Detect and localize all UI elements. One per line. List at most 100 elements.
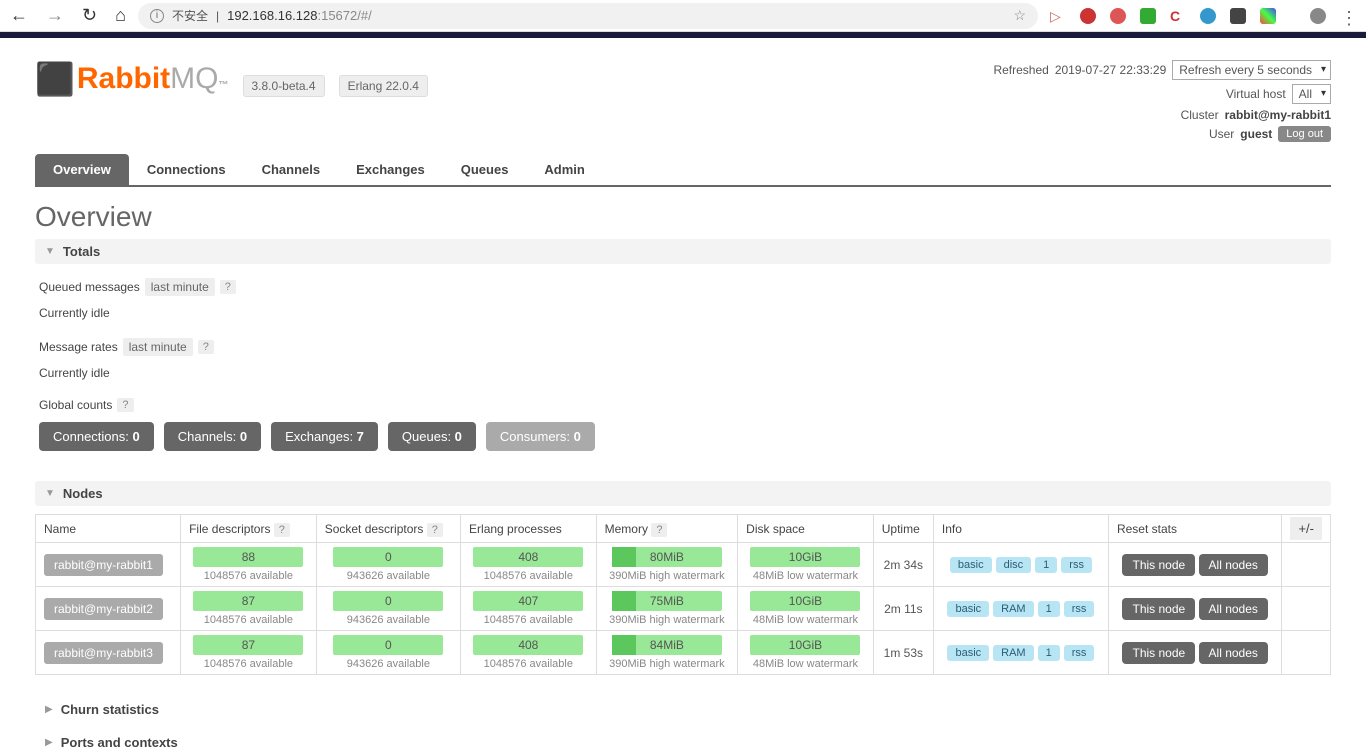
count-connections[interactable]: Connections: 0 <box>39 422 154 451</box>
chevron-down-icon: ▼ <box>45 488 55 499</box>
time-range-tag[interactable]: last minute <box>123 338 193 356</box>
count-queues[interactable]: Queues: 0 <box>388 422 476 451</box>
col-mem[interactable]: Memory ? <box>596 515 738 543</box>
help-icon[interactable]: ? <box>117 398 133 412</box>
ext-icon[interactable] <box>1110 8 1126 24</box>
tab-connections[interactable]: Connections <box>129 154 244 185</box>
info-tag[interactable]: 1 <box>1038 645 1060 661</box>
info-tag[interactable]: rss <box>1064 645 1095 661</box>
col-fd[interactable]: File descriptors ? <box>181 515 317 543</box>
info-tag[interactable]: RAM <box>993 601 1033 617</box>
extension-icons: ▷ C ⋮ <box>1050 8 1356 24</box>
count-consumers[interactable]: Consumers: 0 <box>486 422 595 451</box>
ext-icon[interactable] <box>1260 8 1276 24</box>
col-info[interactable]: Info <box>933 515 1108 543</box>
reset-button[interactable]: All nodes <box>1199 598 1268 620</box>
rabbitmq-logo[interactable]: ⬛ RabbitMQ™ <box>35 60 229 98</box>
logo-area: ⬛ RabbitMQ™ 3.8.0-beta.4 Erlang 22.0.4 <box>35 60 428 98</box>
reset-button[interactable]: This node <box>1122 598 1195 620</box>
churn-section-header[interactable]: ▶ Churn statistics <box>35 697 1331 722</box>
help-icon[interactable]: ? <box>651 523 667 537</box>
ext-icon[interactable] <box>1230 8 1246 24</box>
table-row: rabbit@my-rabbit3871048576 available0943… <box>36 631 1331 675</box>
forward-icon[interactable]: → <box>46 5 64 26</box>
tab-admin[interactable]: Admin <box>526 154 602 185</box>
info-tag[interactable]: basic <box>947 645 989 661</box>
col-ep[interactable]: Erlang processes <box>461 515 597 543</box>
col-uptime[interactable]: Uptime <box>873 515 933 543</box>
user-label: User <box>1209 127 1234 141</box>
refreshed-timestamp: 2019-07-27 22:33:29 <box>1055 63 1166 77</box>
reset-button[interactable]: All nodes <box>1199 642 1268 664</box>
cluster-value: rabbit@my-rabbit1 <box>1225 108 1331 122</box>
ext-icon[interactable]: C <box>1170 8 1186 24</box>
profile-icon[interactable] <box>1310 8 1326 24</box>
ext-icon[interactable]: ▷ <box>1050 8 1066 24</box>
info-tag[interactable]: disc <box>996 557 1032 573</box>
info-tag[interactable]: 1 <box>1035 557 1057 573</box>
col-name[interactable]: Name <box>36 515 181 543</box>
info-tag[interactable]: basic <box>947 601 989 617</box>
ext-icon[interactable] <box>1200 8 1216 24</box>
node-link[interactable]: rabbit@my-rabbit3 <box>44 642 163 664</box>
global-counts-label: Global counts <box>39 398 112 412</box>
totals-section-header[interactable]: ▼ Totals <box>35 239 1331 264</box>
tab-queues[interactable]: Queues <box>443 154 527 185</box>
user-value: guest <box>1240 127 1272 141</box>
url-bar[interactable]: i 不安全 | 192.168.16.128:15672/#/ ☆ <box>138 3 1038 29</box>
bookmark-icon[interactable]: ☆ <box>1013 7 1026 24</box>
ext-icon[interactable] <box>1080 8 1096 24</box>
menu-icon[interactable]: ⋮ <box>1340 8 1356 24</box>
info-tag[interactable]: rss <box>1064 601 1095 617</box>
help-icon[interactable]: ? <box>198 340 214 354</box>
table-row: rabbit@my-rabbit2871048576 available0943… <box>36 587 1331 631</box>
ports-section-header[interactable]: ▶ Ports and contexts <box>35 730 1331 755</box>
back-icon[interactable]: ← <box>10 5 28 26</box>
tab-exchanges[interactable]: Exchanges <box>338 154 443 185</box>
col-reset[interactable]: Reset stats <box>1108 515 1282 543</box>
home-icon[interactable]: ⌂ <box>115 5 126 26</box>
vhost-select[interactable]: All <box>1292 84 1331 104</box>
message-rates-label: Message rates <box>39 340 118 354</box>
chevron-right-icon: ▶ <box>45 704 53 715</box>
queued-messages-label: Queued messages <box>39 280 140 294</box>
help-icon[interactable]: ? <box>220 280 236 294</box>
reload-icon[interactable]: ↻ <box>82 5 97 26</box>
refresh-interval-select[interactable]: Refresh every 5 seconds <box>1172 60 1331 80</box>
erlang-version: Erlang 22.0.4 <box>339 75 428 97</box>
help-icon[interactable]: ? <box>427 523 443 537</box>
info-tag[interactable]: rss <box>1061 557 1092 573</box>
node-link[interactable]: rabbit@my-rabbit1 <box>44 554 163 576</box>
main-tabs: OverviewConnectionsChannelsExchangesQueu… <box>35 154 1331 187</box>
info-tag[interactable]: basic <box>950 557 992 573</box>
chevron-down-icon: ▼ <box>45 246 55 257</box>
columns-toggle[interactable]: +/- <box>1290 517 1322 540</box>
nodes-section-header[interactable]: ▼ Nodes <box>35 481 1331 506</box>
url-text: 192.168.16.128:15672/#/ <box>227 8 372 23</box>
col-sd[interactable]: Socket descriptors ? <box>316 515 460 543</box>
time-range-tag[interactable]: last minute <box>145 278 215 296</box>
info-tag[interactable]: 1 <box>1038 601 1060 617</box>
node-link[interactable]: rabbit@my-rabbit2 <box>44 598 163 620</box>
info-tag[interactable]: RAM <box>993 645 1033 661</box>
table-row: rabbit@my-rabbit1881048576 available0943… <box>36 543 1331 587</box>
ext-icon[interactable] <box>1140 8 1156 24</box>
idle-label: Currently idle <box>39 306 1327 320</box>
tab-channels[interactable]: Channels <box>244 154 339 185</box>
cluster-label: Cluster <box>1181 108 1219 122</box>
logout-button[interactable]: Log out <box>1278 126 1331 142</box>
info-icon[interactable]: i <box>150 9 164 23</box>
help-icon[interactable]: ? <box>274 523 290 537</box>
reset-button[interactable]: All nodes <box>1199 554 1268 576</box>
count-channels[interactable]: Channels: 0 <box>164 422 261 451</box>
idle-label: Currently idle <box>39 366 1327 380</box>
reset-button[interactable]: This node <box>1122 642 1195 664</box>
insecure-label: 不安全 <box>172 7 208 24</box>
tab-overview[interactable]: Overview <box>35 154 129 185</box>
col-disk[interactable]: Disk space <box>738 515 874 543</box>
reset-button[interactable]: This node <box>1122 554 1195 576</box>
vhost-label: Virtual host <box>1226 87 1286 101</box>
nodes-table: Name File descriptors ? Socket descripto… <box>35 514 1331 675</box>
count-exchanges[interactable]: Exchanges: 7 <box>271 422 378 451</box>
refreshed-label: Refreshed <box>993 63 1048 77</box>
